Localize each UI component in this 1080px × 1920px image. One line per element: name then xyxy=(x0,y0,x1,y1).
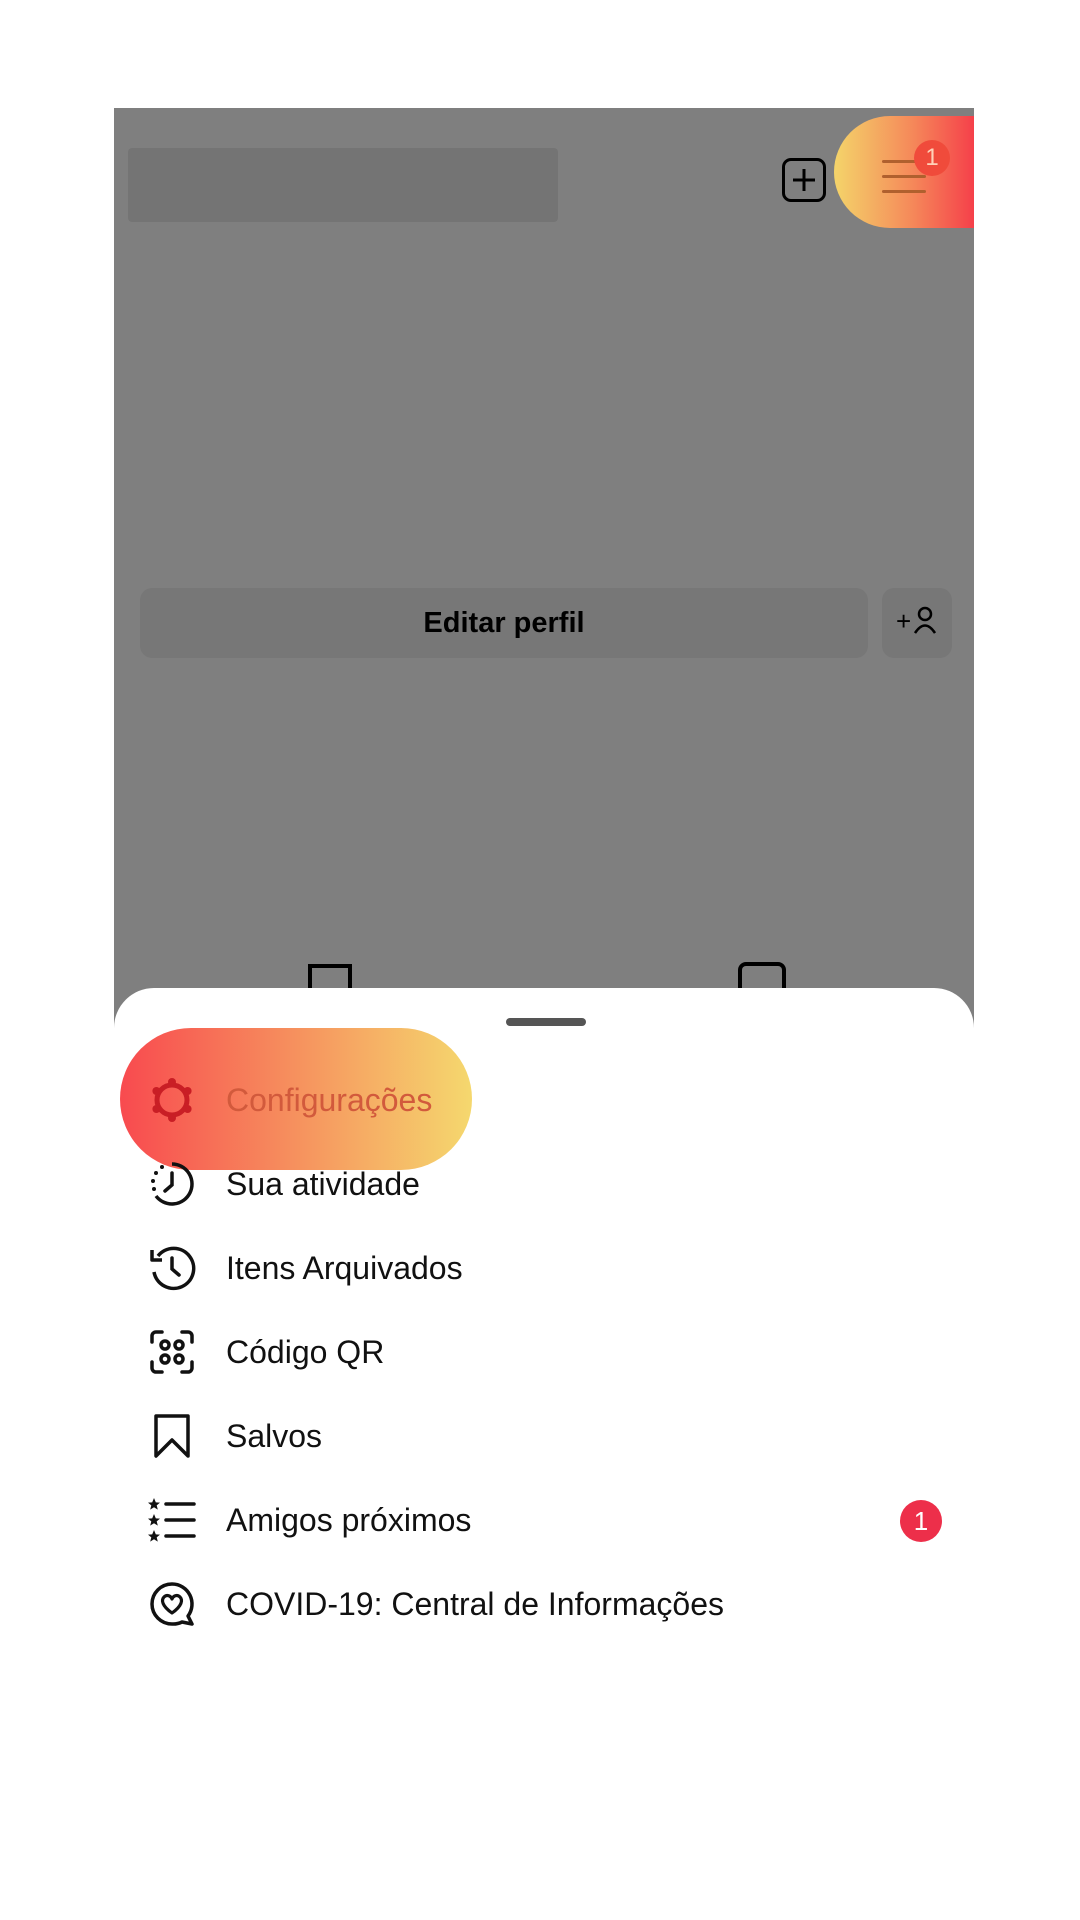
menu-item-label: Sua atividade xyxy=(226,1166,420,1202)
dim-overlay[interactable] xyxy=(114,108,974,1108)
menu-item-label: Itens Arquivados xyxy=(226,1250,463,1286)
gear-icon xyxy=(152,1078,192,1122)
menu-item-label: COVID-19: Central de Informações xyxy=(226,1586,724,1622)
close-friends-list-icon xyxy=(148,1498,196,1542)
bookmark-icon xyxy=(154,1414,190,1458)
phone-screen: Editar perfil + 1 xyxy=(114,108,974,1868)
close-friends-badge: 1 xyxy=(900,1500,942,1542)
menu-item-label: Salvos xyxy=(226,1418,323,1454)
menu-item-covid-info[interactable]: COVID-19: Central de Informações xyxy=(114,1550,974,1654)
menu-item-label: Amigos próximos xyxy=(226,1502,472,1538)
sheet-drag-handle[interactable] xyxy=(506,1018,586,1026)
covid-heart-icon xyxy=(150,1582,194,1626)
menu-item-label: Código QR xyxy=(226,1334,385,1370)
menu-item-label: Configurações xyxy=(226,1082,433,1118)
menu-notification-badge: 1 xyxy=(914,140,950,176)
activity-clock-icon xyxy=(151,1162,194,1206)
qr-code-icon xyxy=(150,1330,194,1374)
options-bottom-sheet: Configurações Sua atividade Itens Arquiv… xyxy=(114,988,974,1868)
archive-history-icon xyxy=(150,1246,196,1291)
